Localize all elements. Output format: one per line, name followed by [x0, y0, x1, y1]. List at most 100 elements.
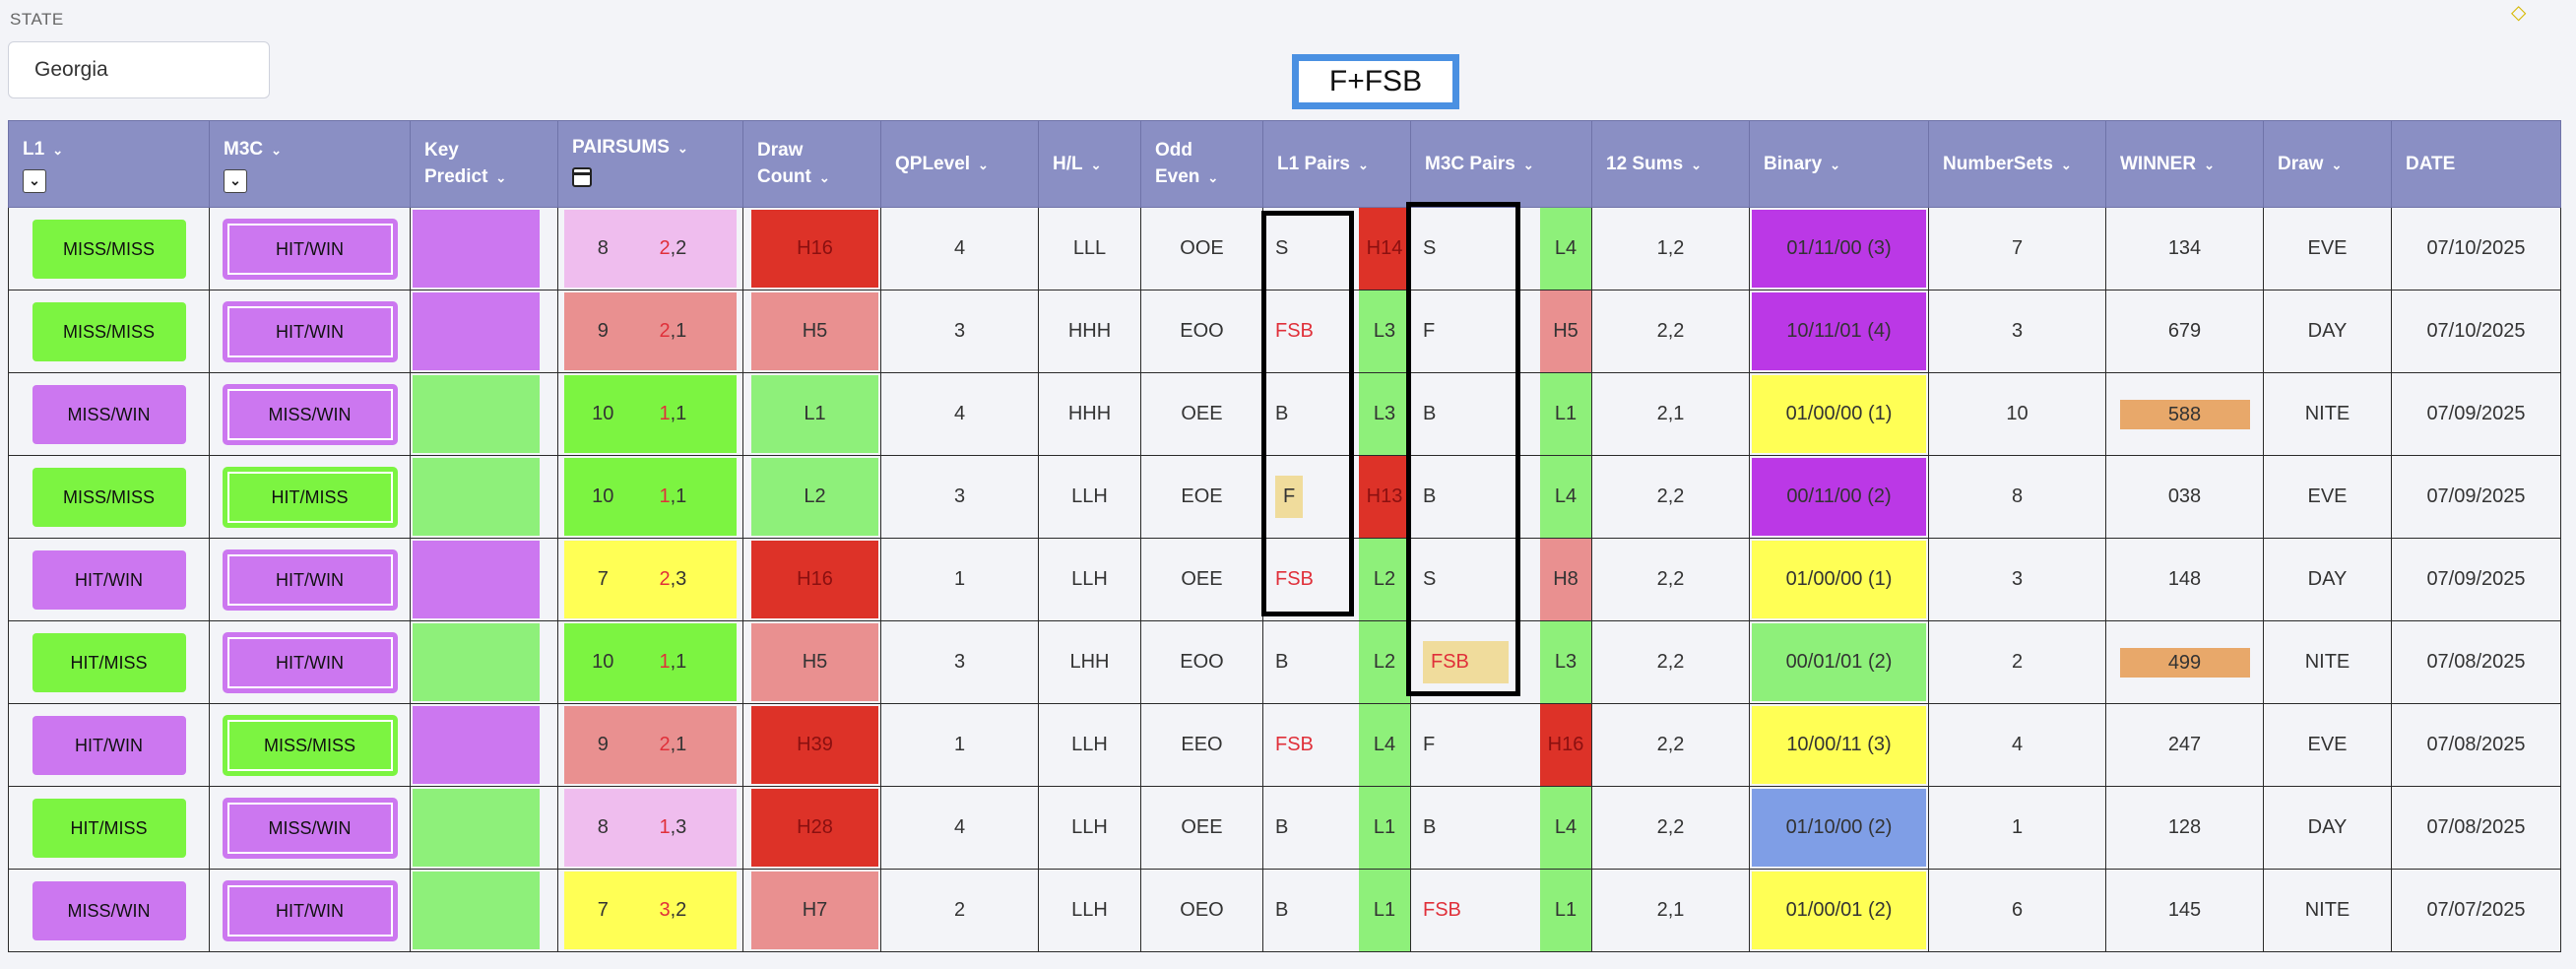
draw-cell: EVE [2263, 207, 2392, 291]
m3c-pair-text: F [1423, 734, 1436, 755]
m3c-status-label: MISS/WIN [226, 802, 393, 854]
m3c-status-button[interactable]: HIT/WIN [222, 300, 398, 362]
l1-status-button[interactable]: HIT/MISS [32, 632, 186, 692]
l1-status-button[interactable]: MISS/WIN [32, 384, 186, 444]
m3c-status-button[interactable]: HIT/WIN [222, 879, 398, 941]
l1-pair-text: FSB [1275, 320, 1314, 342]
pairsums-fill: 7 2,3 [564, 541, 737, 618]
m3c-pair-text: B [1423, 816, 1437, 838]
binary-fill: 01/10/00 (2) [1752, 789, 1926, 867]
pairsum-split-rest: ,1 [670, 403, 687, 424]
l1-cell: MISS/WIN [8, 869, 210, 952]
m3c-status-button[interactable]: MISS/MISS [222, 714, 398, 776]
header-qplevel[interactable]: QPLevel ⌄ [880, 120, 1039, 208]
l1-filter-dropdown[interactable]: ⌄ [23, 168, 46, 193]
header-pairsums[interactable]: PAIRSUMS ⌄ [557, 120, 743, 208]
draw-cell: DAY [2263, 290, 2392, 373]
m3c-filter-dropdown[interactable]: ⌄ [224, 168, 247, 193]
sums12-cell: 2,2 [1591, 290, 1750, 373]
header-12-sums[interactable]: 12 Sums ⌄ [1591, 120, 1750, 208]
m3c-cell: HIT/WIN [209, 207, 411, 291]
odd-even-cell: OOE [1140, 207, 1263, 291]
header-m3c[interactable]: M3C ⌄ ⌄ [209, 120, 411, 208]
header-draw-count[interactable]: Draw Count ⌄ [742, 120, 881, 208]
pairsums-cell: 10 1,1 [557, 455, 743, 539]
pairsums-cell: 9 2,1 [557, 290, 743, 373]
header-m3c-pairs[interactable]: M3C Pairs ⌄ [1410, 120, 1592, 208]
odd-even-cell: OEE [1140, 786, 1263, 870]
m3c-pairs-cell: F H16 [1410, 703, 1592, 787]
m3c-status-button[interactable]: HIT/WIN [222, 549, 398, 611]
m3c-cell: HIT/WIN [209, 869, 411, 952]
m3c-pair-code: L1 [1540, 373, 1591, 455]
header-hl[interactable]: H/L ⌄ [1038, 120, 1141, 208]
m3c-status-label: HIT/MISS [226, 471, 393, 523]
qplevel-cell: 2 [880, 869, 1039, 952]
winner-cell: 145 [2105, 869, 2264, 952]
draw-count-cell: H5 [742, 620, 881, 704]
date-cell: 07/08/2025 [2391, 786, 2561, 870]
pairsum-split: 1,3 [642, 816, 738, 839]
numbersets-cell: 10 [1928, 372, 2106, 456]
winner-value: 148 [2167, 568, 2202, 590]
header-l1-pairs[interactable]: L1 Pairs ⌄ [1262, 120, 1411, 208]
pairsum-split: 3,2 [642, 899, 738, 922]
hl-cell: LLH [1038, 703, 1141, 787]
date-cell: 07/09/2025 [2391, 372, 2561, 456]
header-winner[interactable]: WINNER ⌄ [2105, 120, 2264, 208]
qplevel-cell: 1 [880, 703, 1039, 787]
numbersets-cell: 1 [1928, 786, 2106, 870]
pairsums-fill: 8 2,2 [564, 210, 737, 288]
header-date[interactable]: DATE [2391, 120, 2561, 208]
header-binary[interactable]: Binary ⌄ [1749, 120, 1929, 208]
m3c-cell: MISS/WIN [209, 786, 411, 870]
l1-status-button[interactable]: MISS/MISS [32, 467, 186, 527]
header-key-predict[interactable]: Key Predict ⌄ [410, 120, 558, 208]
binary-fill: 00/11/00 (2) [1752, 458, 1926, 536]
winner-cell: 679 [2105, 290, 2264, 373]
l1-status-button[interactable]: MISS/MISS [32, 219, 186, 279]
header-l1[interactable]: L1 ⌄ ⌄ [8, 120, 210, 208]
l1-pair-text: B [1275, 816, 1289, 838]
draw-count-cell: H39 [742, 703, 881, 787]
date-cell: 07/09/2025 [2391, 455, 2561, 539]
key-predict-fill [413, 789, 540, 867]
l1-pairs-cell: B L3 [1262, 372, 1411, 456]
l1-pair-code: H13 [1359, 456, 1410, 538]
binary-cell: 10/00/11 (3) [1749, 703, 1929, 787]
header-numbersets[interactable]: NumberSets ⌄ [1928, 120, 2106, 208]
m3c-status-button[interactable]: HIT/WIN [222, 218, 398, 280]
key-predict-cell [410, 620, 558, 704]
l1-pair-value: B [1263, 787, 1359, 869]
l1-status-button[interactable]: MISS/WIN [32, 880, 186, 940]
m3c-pair-text: B [1423, 403, 1437, 424]
l1-pair-value: FSB [1263, 291, 1359, 372]
l1-status-button[interactable]: HIT/WIN [32, 549, 186, 610]
key-predict-fill [413, 292, 540, 370]
l1-pair-code: H14 [1359, 208, 1410, 290]
header-odd-even[interactable]: Odd Even ⌄ [1140, 120, 1263, 208]
l1-status-button[interactable]: HIT/WIN [32, 715, 186, 775]
state-select[interactable]: Georgia [8, 41, 270, 98]
date-cell: 07/10/2025 [2391, 207, 2561, 291]
m3c-status-button[interactable]: HIT/MISS [222, 466, 398, 528]
date-cell: 07/10/2025 [2391, 290, 2561, 373]
m3c-pair-value: F [1411, 291, 1540, 372]
l1-cell: HIT/MISS [8, 620, 210, 704]
key-predict-fill [413, 541, 540, 618]
l1-status-button[interactable]: HIT/MISS [32, 798, 186, 858]
m3c-status-button[interactable]: MISS/WIN [222, 797, 398, 859]
binary-fill: 00/01/01 (2) [1752, 623, 1926, 701]
pairsum-split-rest: ,1 [670, 734, 687, 755]
sums12-cell: 2,2 [1591, 786, 1750, 870]
l1-status-button[interactable]: MISS/MISS [32, 301, 186, 361]
m3c-status-button[interactable]: HIT/WIN [222, 631, 398, 693]
l1-pair-value: B [1263, 870, 1359, 951]
m3c-status-button[interactable]: MISS/WIN [222, 383, 398, 445]
results-table: L1 ⌄ ⌄ M3C ⌄ ⌄ Key Predict ⌄ PAIRSUMS ⌄ Draw Cou… [8, 120, 2561, 952]
header-draw[interactable]: Draw ⌄ [2263, 120, 2392, 208]
l1-pair-text: B [1275, 899, 1289, 921]
draw-count-fill: H5 [751, 292, 878, 370]
l1-cell: HIT/MISS [8, 786, 210, 870]
calendar-icon[interactable] [572, 166, 592, 187]
